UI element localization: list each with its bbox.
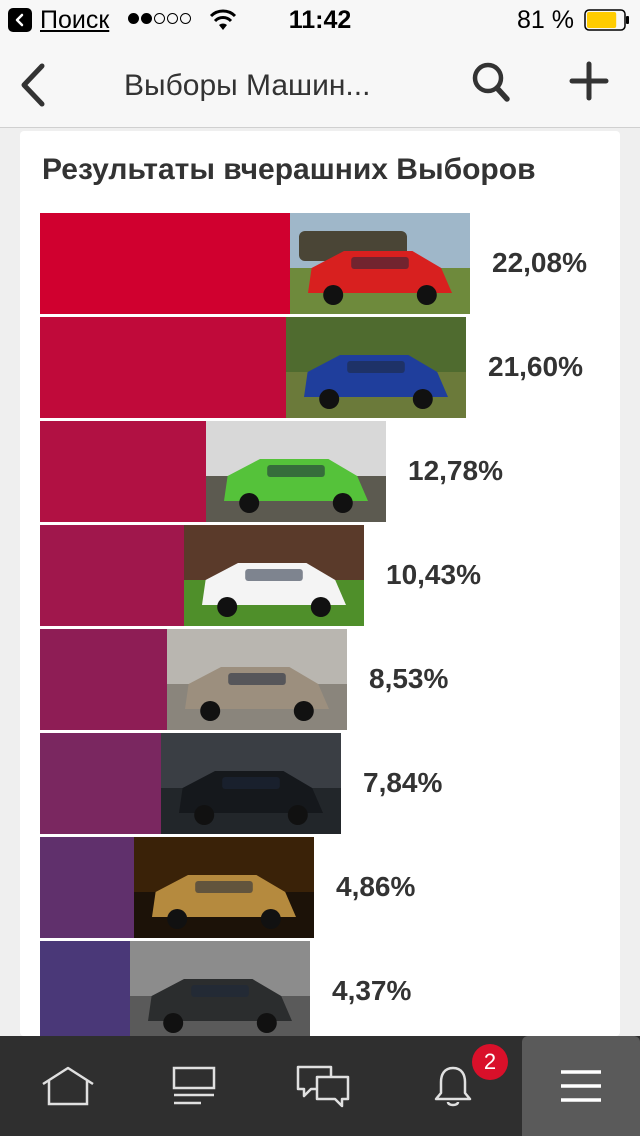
status-bar: Поиск 11:42 81 % [0, 0, 640, 40]
result-bar [40, 317, 286, 418]
card-title: Результаты вчерашних Выборов [42, 153, 536, 186]
home-icon [42, 1066, 94, 1106]
blue-subaru-photo [286, 317, 466, 418]
green-suv-photo [206, 421, 386, 522]
result-bar [40, 941, 130, 1036]
back-button[interactable] [16, 62, 52, 108]
notification-badge: 2 [472, 1044, 508, 1080]
poll-results-card: Результаты вчерашних Выборов 22,08% 21,60… [20, 131, 620, 1036]
result-percentage: 4,37% [332, 975, 412, 1006]
navigation-bar: Выборы Машин... [0, 40, 640, 128]
bell-icon [434, 1066, 472, 1107]
result-percentage: 21,60% [488, 351, 583, 382]
result-bar [40, 525, 184, 626]
messages-icon [296, 1065, 350, 1108]
result-bar [40, 629, 167, 730]
result-percentage: 7,84% [363, 767, 443, 798]
tab-menu[interactable] [522, 1036, 640, 1136]
search-icon [472, 62, 510, 102]
white-hatchback-photo [184, 525, 364, 626]
add-button[interactable] [568, 60, 610, 102]
battery-icon [584, 9, 630, 31]
result-percentage: 12,78% [408, 455, 503, 486]
tab-messages[interactable] [264, 1036, 382, 1136]
result-percentage: 22,08% [492, 247, 587, 278]
black-mazda-photo [161, 733, 341, 834]
black-duster-photo [130, 941, 310, 1036]
result-bar [40, 733, 161, 834]
result-percentage: 10,43% [386, 559, 481, 590]
battery-percent: 81 % [517, 6, 574, 34]
plus-icon [569, 61, 609, 101]
tab-bar: 2 [0, 1036, 640, 1136]
page-title: Выборы Машин... [124, 69, 371, 102]
result-bar [40, 837, 134, 938]
result-percentage: 8,53% [369, 663, 449, 694]
result-bar [40, 213, 290, 314]
gold-mercedes-photo [134, 837, 314, 938]
beige-skoda-photo [167, 629, 347, 730]
feed-icon [172, 1066, 216, 1105]
result-percentage: 4,86% [336, 871, 416, 902]
tab-feed[interactable] [136, 1036, 252, 1136]
menu-icon [561, 1070, 601, 1102]
search-button[interactable] [470, 60, 512, 104]
result-bar [40, 421, 206, 522]
tab-home[interactable] [10, 1036, 126, 1136]
red-sedan-and-suv-photo [290, 213, 470, 314]
